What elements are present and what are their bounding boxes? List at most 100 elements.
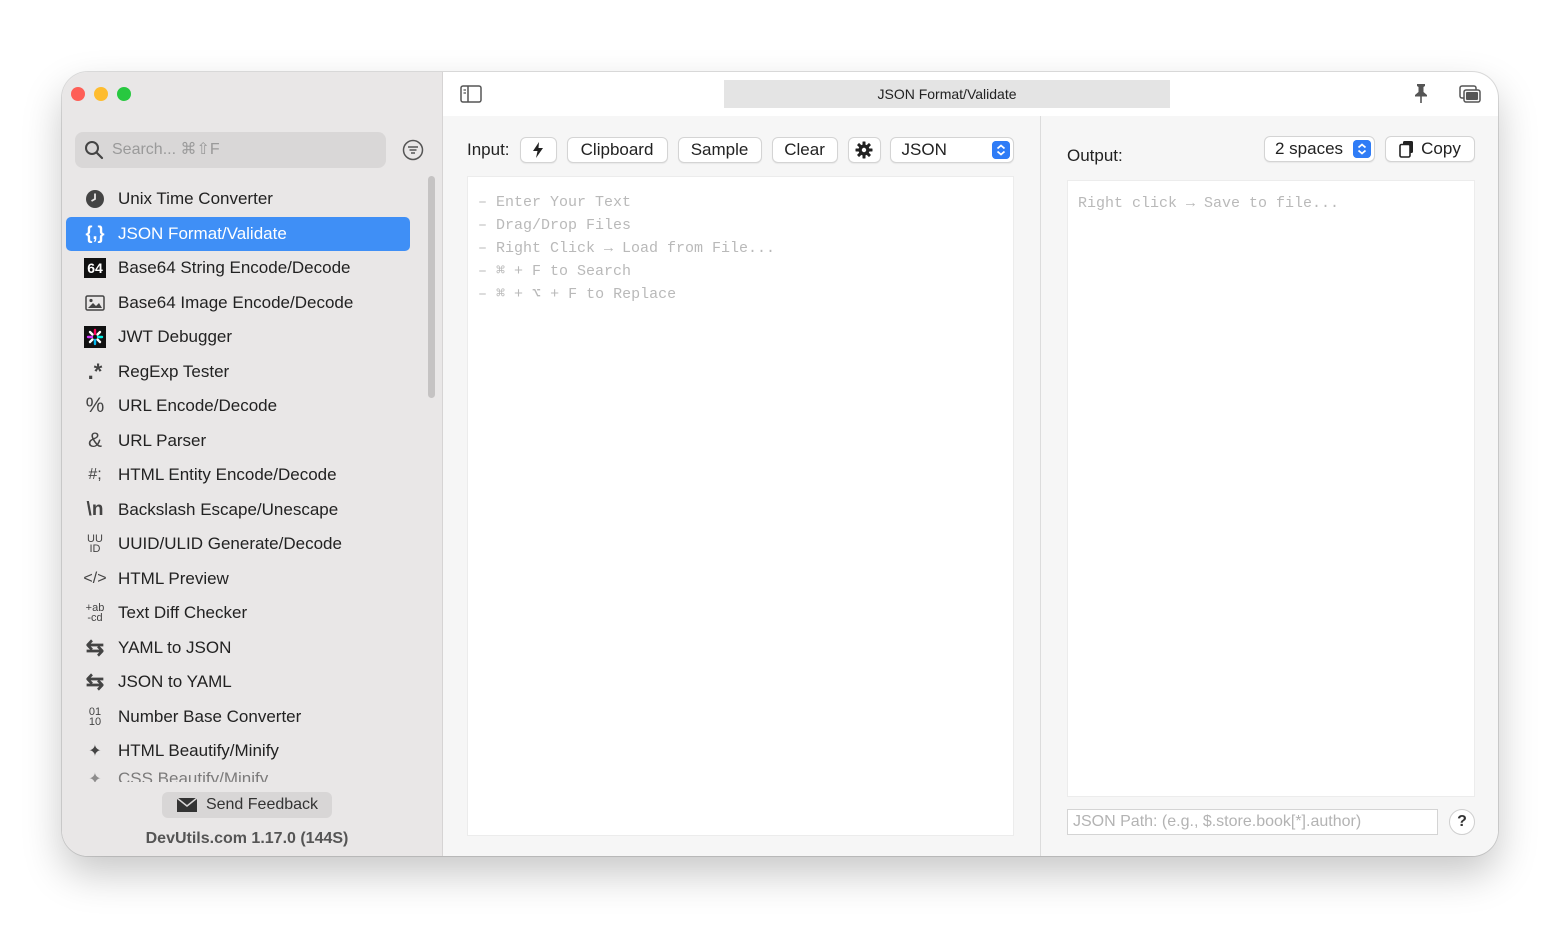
sidebar-toggle-icon[interactable]: [460, 84, 482, 104]
magic-wand-icon: ✦: [88, 770, 102, 783]
tool-list: Unix Time Converter {,} JSON Format/Valida…: [66, 182, 410, 782]
sidebar-item-label: HTML Entity Encode/Decode: [118, 465, 337, 485]
sidebar-item[interactable]: {,} JSON Format/Validate: [66, 216, 410, 251]
search-icon: [85, 141, 104, 160]
uuid-icon: UU ID: [87, 533, 103, 556]
copy-button[interactable]: Copy: [1385, 136, 1475, 162]
placeholder-line: – Enter Your Text: [478, 194, 632, 211]
envelope-icon: [176, 797, 198, 812]
input-format-value: JSON: [901, 140, 947, 159]
clear-button[interactable]: Clear: [771, 137, 838, 163]
updown-chevron-icon: [1353, 140, 1371, 158]
sidebar-search[interactable]: [75, 132, 386, 168]
sidebar-item[interactable]: % URL Encode/Decode: [66, 389, 410, 424]
sidebar-item[interactable]: ⇆ YAML to JSON: [66, 631, 410, 666]
magic-wand-icon: ✦: [88, 743, 102, 761]
zoom-window-button[interactable]: [117, 87, 131, 101]
sidebar-item[interactable]: UU ID UUID/ULID Generate/Decode: [66, 527, 410, 562]
minimize-window-button[interactable]: [94, 87, 108, 101]
search-input[interactable]: [110, 140, 374, 160]
sidebar-item-label: Backslash Escape/Unescape: [118, 499, 339, 519]
sidebar-item-label: Unix Time Converter: [118, 189, 273, 209]
sidebar-item[interactable]: JWT Debugger: [66, 320, 410, 355]
input-editor[interactable]: – Enter Your Text – Drag/Drop Files – Righ…: [467, 176, 1014, 836]
input-placeholder: – Enter Your Text – Drag/Drop Files – Righ…: [478, 191, 775, 306]
sidebar-item-label: Base64 Image Encode/Decode: [118, 292, 354, 312]
output-editor[interactable]: Right click → Save to file...: [1067, 180, 1475, 797]
windows-icon[interactable]: [1459, 84, 1481, 104]
pane-divider[interactable]: [1040, 116, 1041, 856]
lightning-icon: [533, 142, 544, 158]
percent-icon: %: [85, 394, 105, 418]
indent-select[interactable]: 2 spaces: [1264, 136, 1375, 162]
filter-icon[interactable]: [402, 139, 424, 161]
sidebar-item-label: Text Diff Checker: [118, 603, 248, 623]
swap-arrows-icon: ⇆: [85, 634, 105, 660]
sidebar-item[interactable]: ⇆ JSON to YAML: [66, 665, 410, 700]
json-path-input[interactable]: [1067, 809, 1438, 835]
updown-chevron-icon: [991, 141, 1010, 159]
diff-icon: +ab -cd: [85, 602, 105, 625]
backslash-n-icon: \n: [86, 498, 104, 520]
sidebar-item-label: HTML Beautify/Minify: [118, 741, 279, 761]
output-placeholder: Right click → Save to file...: [1078, 195, 1340, 212]
base64-icon: 64: [83, 256, 107, 280]
sample-button[interactable]: Sample: [677, 137, 762, 163]
placeholder-line: – Right Click → Load from File...: [478, 240, 776, 257]
sidebar-item[interactable]: Base64 Image Encode/Decode: [66, 286, 410, 321]
sidebar-item-label: Number Base Converter: [118, 706, 302, 726]
sidebar-item[interactable]: 64 Base64 String Encode/Decode: [66, 251, 410, 286]
sidebar-item[interactable]: 01 10 Number Base Converter: [66, 700, 410, 735]
sidebar-item-label: CSS Beautify/Minify: [118, 768, 269, 783]
copy-label: Copy: [1421, 139, 1461, 158]
sidebar-item[interactable]: \n Backslash Escape/Unescape: [66, 493, 410, 528]
sidebar-item[interactable]: & URL Parser: [66, 424, 410, 459]
ampersand-icon: &: [87, 428, 102, 452]
clipboard-button[interactable]: Clipboard: [566, 137, 668, 163]
titlebar: JSON Format/Validate: [443, 72, 1498, 116]
sidebar-item[interactable]: ✦ CSS Beautify/Minify: [66, 769, 410, 783]
sidebar-item[interactable]: +ab -cd Text Diff Checker: [66, 596, 410, 631]
sidebar-item-label: JSON to YAML: [118, 672, 232, 692]
traffic-lights: [71, 87, 131, 101]
hash-semicolon-icon: #;: [88, 466, 102, 484]
sidebar-item-label: JSON Format/Validate: [118, 223, 287, 243]
sidebar-scroll-thumb[interactable]: [428, 176, 435, 398]
sidebar: Unix Time Converter {,} JSON Format/Valida…: [62, 72, 443, 856]
image-icon: [83, 291, 107, 315]
sidebar-item[interactable]: Unix Time Converter: [66, 182, 410, 217]
pin-icon[interactable]: [1411, 82, 1431, 104]
sidebar-item-label: HTML Preview: [118, 568, 229, 588]
code-tag-icon: </>: [83, 569, 107, 587]
help-button[interactable]: ?: [1449, 809, 1475, 835]
sidebar-item[interactable]: </> HTML Preview: [66, 562, 410, 597]
input-label: Input:: [467, 140, 510, 159]
send-feedback-label: Send Feedback: [205, 796, 319, 813]
sidebar-item-label: JWT Debugger: [118, 327, 233, 347]
copy-icon: [1399, 141, 1414, 158]
swap-arrows-icon: ⇆: [85, 669, 105, 695]
sidebar-item-label: URL Encode/Decode: [118, 396, 278, 416]
sidebar-item-label: RegExp Tester: [118, 361, 230, 381]
clock-icon: [83, 187, 107, 211]
app-window: Unix Time Converter {,} JSON Format/Valida…: [62, 72, 1498, 856]
sidebar-item[interactable]: .* RegExp Tester: [66, 355, 410, 390]
output-toolbar: 2 spaces Copy: [1264, 136, 1475, 162]
send-feedback-button[interactable]: Send Feedback: [162, 792, 332, 818]
input-format-select[interactable]: JSON: [889, 137, 1014, 163]
placeholder-line: – Drag/Drop Files: [478, 217, 632, 234]
sidebar-item-label: YAML to JSON: [118, 637, 232, 657]
settings-button[interactable]: [847, 137, 881, 163]
sidebar-item[interactable]: ✦ HTML Beautify/Minify: [66, 734, 410, 769]
gear-icon: [855, 141, 873, 159]
auto-detect-button[interactable]: [519, 137, 557, 163]
sidebar-item-label: Base64 String Encode/Decode: [118, 258, 351, 278]
placeholder-line: – ⌘ + ⌥ + F to Replace: [478, 286, 677, 303]
sidebar-item[interactable]: #; HTML Entity Encode/Decode: [66, 458, 410, 493]
sidebar-item-label: UUID/ULID Generate/Decode: [118, 534, 342, 554]
close-window-button[interactable]: [71, 87, 85, 101]
regex-icon: .*: [87, 358, 103, 384]
placeholder-line: – ⌘ + F to Search: [478, 263, 632, 280]
version-label: DevUtils.com 1.17.0 (144S): [145, 830, 349, 847]
input-toolbar: Input: Clipboard Sample Clear JSON: [467, 136, 1014, 164]
